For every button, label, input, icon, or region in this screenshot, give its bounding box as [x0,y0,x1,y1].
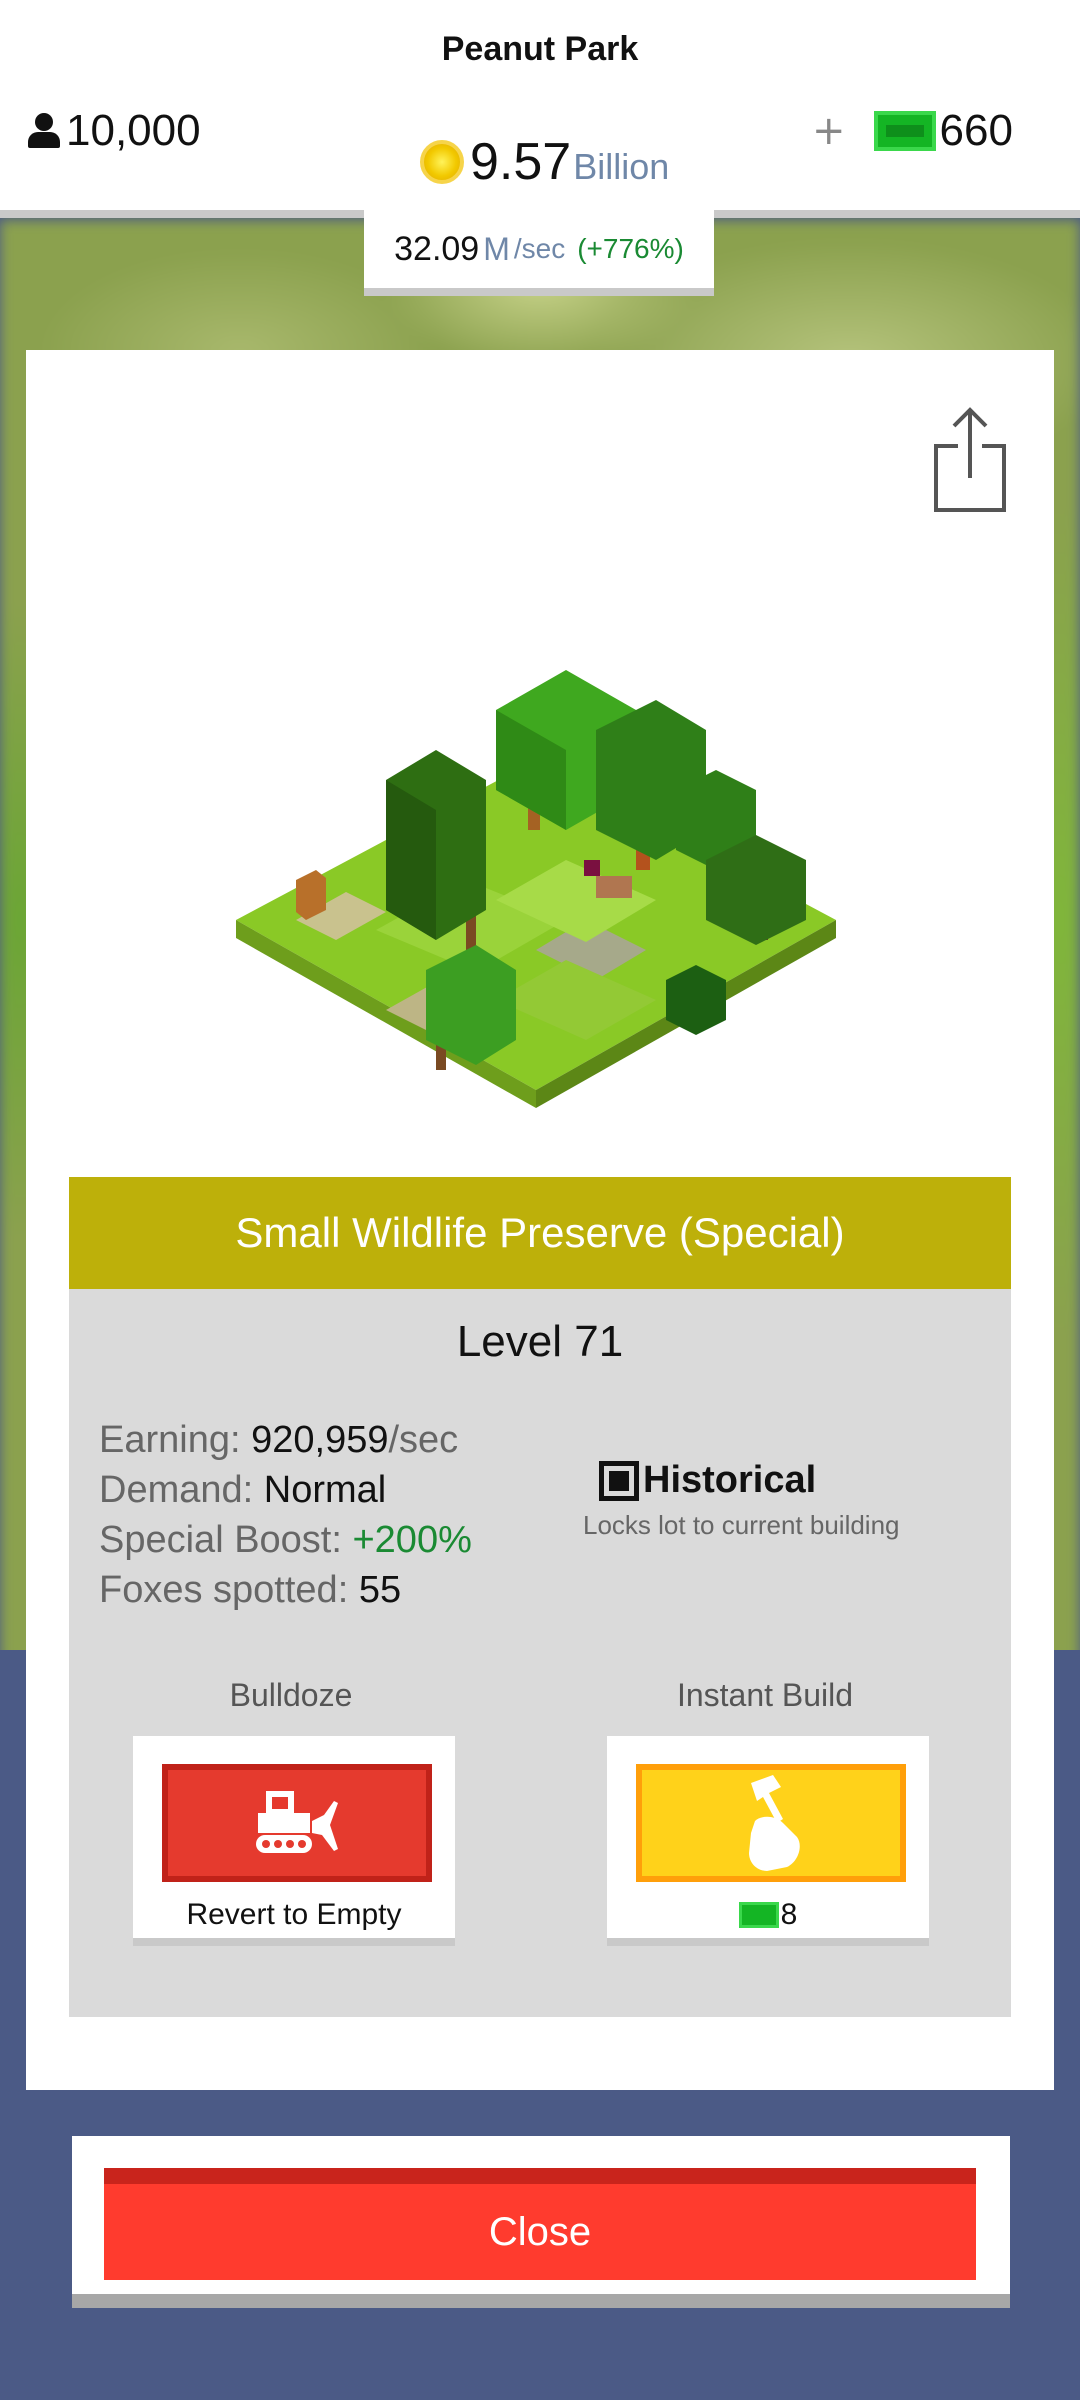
bulldoze-heading: Bulldoze [229,1677,353,1713]
historical-label: Historical [643,1459,817,1501]
building-level: Level 71 [456,1317,624,1366]
instant-build-button[interactable]: 8 [607,1736,929,1946]
stat-earning-label: Earning: [99,1419,241,1461]
rate-per: /sec [513,233,566,264]
stat-foxes: Foxes spotted: 55 [99,1565,472,1615]
building-detail-card: Small Wildlife Preserve (Special) Level … [26,350,1054,2090]
instant-build-heading: Instant Build [676,1677,854,1713]
premium-cash-counter[interactable]: + 660 [812,106,1013,156]
stat-foxes-label: Foxes spotted: [99,1569,349,1611]
park-name: Peanut Park [441,30,639,68]
stat-boost-label: Special Boost: [99,1519,342,1561]
instant-build-cost: 8 [607,1898,929,1932]
rate-change: (+776%) [577,233,684,264]
historical-description: Locks lot to current building [583,1510,900,1540]
money-value: 9.57 [470,133,572,191]
building-preview-image [236,670,836,1108]
building-title: Small Wildlife Preserve (Special) [69,1177,1011,1289]
person-icon [26,113,62,149]
cash-icon [873,111,936,151]
building-stats: Earning: 920,959/sec Demand: Normal Spec… [99,1415,472,1615]
bulldozer-icon [256,1791,338,1853]
population-counter: 10,000 [26,106,201,156]
hammer-hand-icon [749,1775,800,1871]
instant-build-button-face[interactable] [636,1764,906,1882]
stat-demand-label: Demand: [99,1469,254,1511]
population-value: 10,000 [66,106,201,155]
checkbox-icon[interactable] [599,1460,639,1501]
income-rate-tab: 32.09 M /sec (+776%) [364,210,714,296]
bulldoze-button[interactable]: Revert to Empty [133,1736,455,1946]
historical-toggle[interactable]: Historical Locks lot to current building [583,1459,979,1541]
coin-icon [420,140,464,184]
stat-earning: Earning: 920,959/sec [99,1415,472,1465]
bulldoze-caption: Revert to Empty [186,1898,402,1931]
stat-demand: Demand: Normal [99,1465,472,1515]
stat-earning-unit: /sec [388,1419,459,1461]
money-unit: Billion [573,146,670,187]
bulldoze-button-face[interactable] [162,1764,432,1882]
premium-cash-value: 660 [939,106,1013,155]
stat-boost-value: +200% [352,1519,472,1561]
close-button-frame: Close [72,2136,1010,2308]
building-info-panel: Small Wildlife Preserve (Special) Level … [69,1177,1011,2017]
money-counter: 9.57 Billion [420,132,669,192]
plus-icon[interactable]: + [812,108,846,154]
stat-boost: Special Boost: +200% [99,1515,472,1565]
share-icon[interactable] [930,406,1010,516]
rate-unit: M [483,230,510,267]
stat-earning-value: 920,959 [251,1419,389,1461]
stat-foxes-value: 55 [358,1569,402,1611]
close-button[interactable]: Close [104,2168,976,2280]
rate-value: 32.09 [394,229,480,268]
top-hud: Peanut Park 10,000 9.57 Billion + 660 [0,0,1080,218]
instant-build-cost-value: 8 [780,1898,798,1931]
cash-icon [738,1902,779,1928]
stat-demand-value: Normal [263,1469,387,1511]
